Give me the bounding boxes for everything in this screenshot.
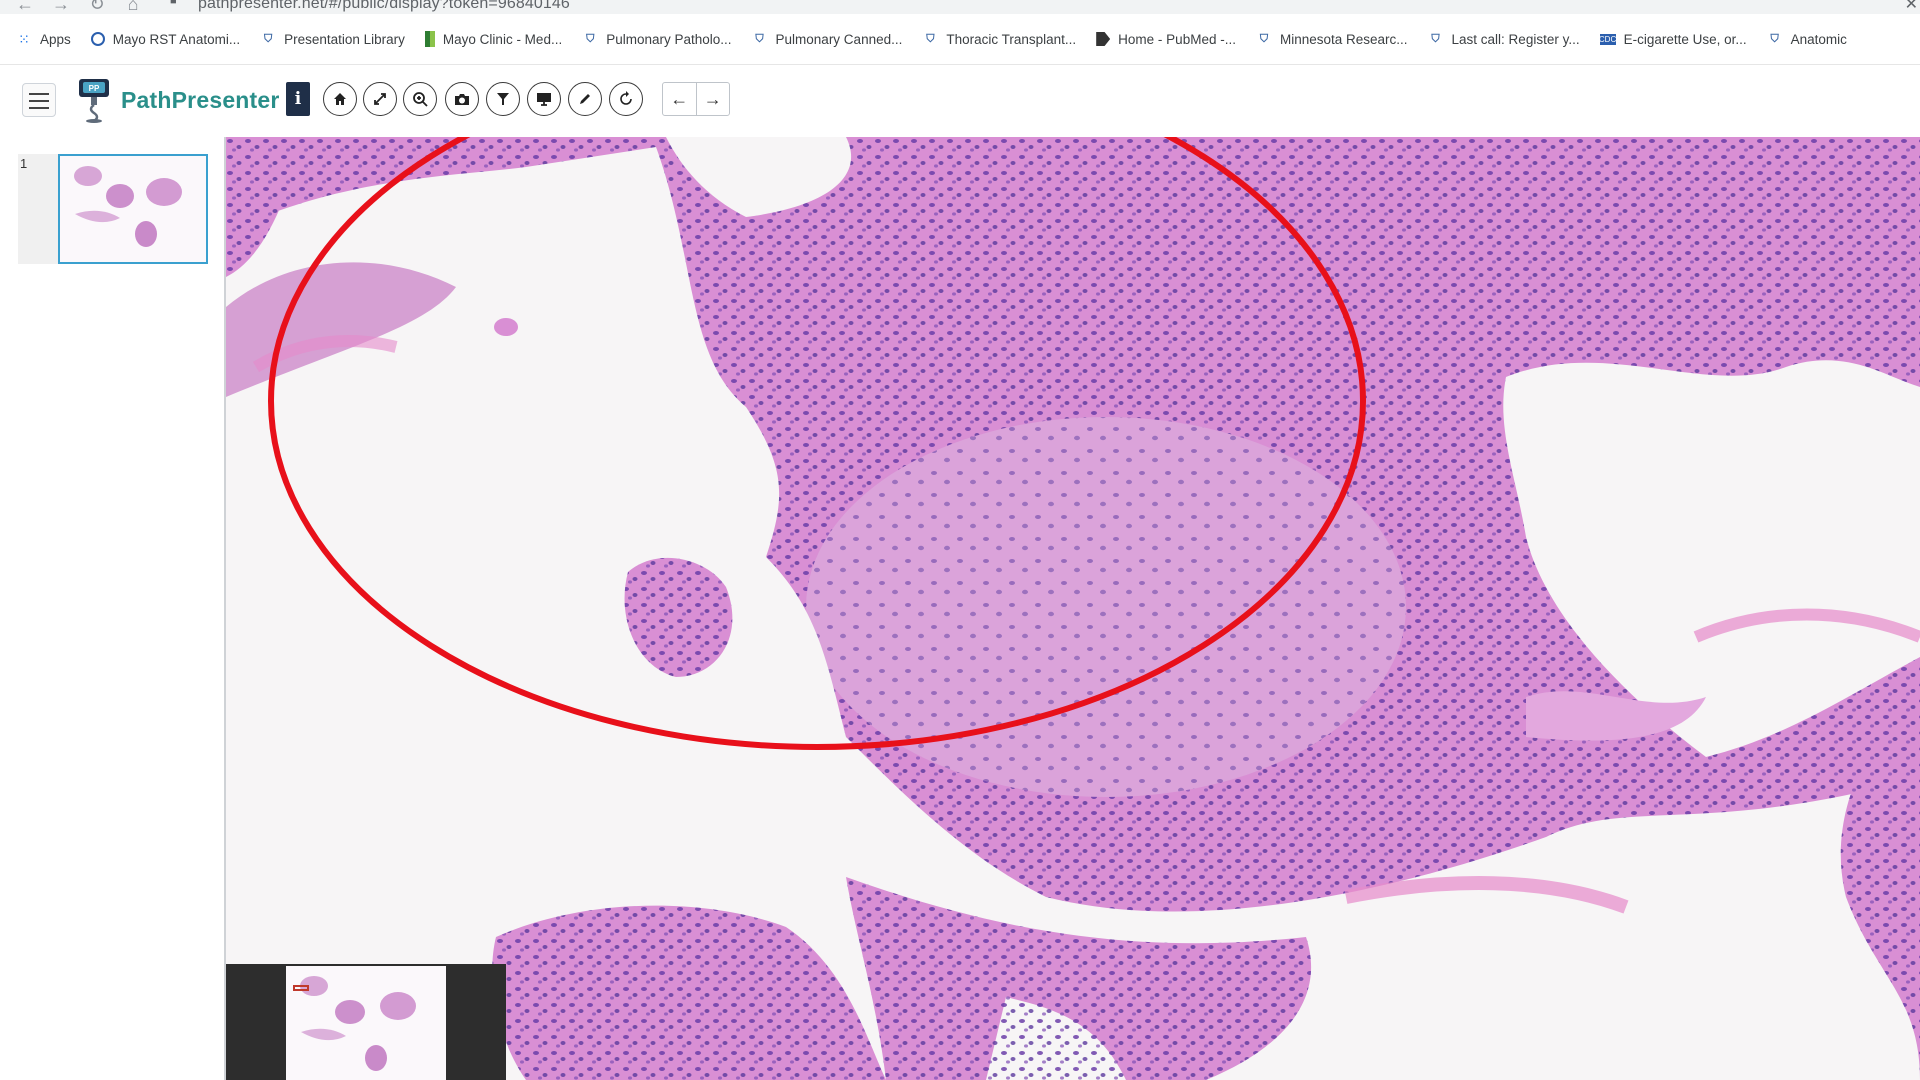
bookmark-last-call[interactable]: ⛉ Last call: Register y...: [1428, 31, 1580, 47]
bookmark-presentation-library[interactable]: ⛉ Presentation Library: [260, 32, 405, 47]
bookmark-apps[interactable]: ⁙ Apps: [16, 30, 71, 47]
annotate-button[interactable]: [568, 82, 602, 116]
info-button[interactable]: i: [286, 82, 310, 116]
pathpresenter-icon: ⛉: [1770, 32, 1779, 45]
bookmark-label: Mayo Clinic - Med...: [442, 31, 563, 47]
apps-grid-icon: ⁙: [18, 30, 30, 47]
hamburger-icon: [29, 93, 49, 95]
bookmark-anatomic[interactable]: ⛉ Anatomic: [1767, 32, 1847, 47]
pathpresenter-icon: ⛉: [1431, 32, 1440, 45]
forward-icon[interactable]: →: [50, 0, 72, 14]
bookmark-mayo-clinic[interactable]: Mayo Clinic - Med...: [424, 31, 563, 47]
home-button[interactable]: [323, 82, 357, 116]
bookmark-label: E-cigarette Use, or...: [1623, 31, 1747, 47]
bookmark-label: Apps: [40, 31, 71, 47]
pathpresenter-icon: ⛉: [1259, 32, 1269, 45]
slide-thumbnail-panel: 1: [0, 137, 226, 1080]
back-icon[interactable]: ←: [14, 0, 36, 14]
slide-thumbnail-1[interactable]: 1: [18, 154, 208, 264]
filter-icon: [497, 93, 509, 105]
viewport-indicator[interactable]: [293, 985, 309, 991]
mayo-clinic-icon: [424, 31, 435, 47]
slide-number: 1: [20, 156, 28, 171]
pathpresenter-icon: ⛉: [263, 32, 273, 45]
minimap-image[interactable]: [286, 966, 446, 1080]
next-slide-button[interactable]: →: [695, 83, 730, 115]
pencil-icon: [580, 94, 590, 104]
close-window-icon[interactable]: ✕: [1905, 0, 1918, 14]
monitor-icon: [537, 93, 551, 106]
bookmark-label: Pulmonary Canned...: [775, 31, 903, 47]
bookmark-pulmonary-pathology[interactable]: ⛉ Pulmonary Patholo...: [582, 32, 731, 47]
slide-viewer-canvas[interactable]: [226, 137, 1920, 1080]
url-text[interactable]: pathpresenter.net/#/public/display?token…: [198, 0, 570, 13]
rotate-icon: [620, 91, 632, 105]
screenshot-button[interactable]: [445, 82, 479, 116]
slide-overview-image: [300, 976, 416, 1071]
menu-button[interactable]: [22, 83, 56, 117]
bookmark-label: Thoracic Transplant...: [946, 31, 1077, 47]
navigator-minimap[interactable]: [226, 964, 506, 1080]
bookmark-e-cigarette[interactable]: CDC E-cigarette Use, or...: [1598, 31, 1747, 47]
browser-nav: ← → ↻ ⌂: [14, 0, 144, 14]
app-toolbar: PP PathPresenter i ← →: [0, 65, 1920, 137]
cdc-icon: CDC: [1598, 33, 1617, 45]
slide-overview-image: [74, 166, 182, 247]
bookmark-label: Pulmonary Patholo...: [606, 31, 732, 47]
home-icon: [334, 93, 346, 105]
bookmark-label: Home - PubMed -...: [1118, 31, 1236, 47]
zoom-icon: [413, 92, 428, 107]
present-button[interactable]: [527, 82, 561, 116]
rotate-button[interactable]: [609, 82, 643, 116]
reload-icon[interactable]: ↻: [86, 0, 108, 14]
bookmark-thoracic-transplant[interactable]: ⛉ Thoracic Transplant...: [922, 32, 1076, 47]
prev-slide-button[interactable]: ←: [663, 83, 696, 115]
svg-text:PP: PP: [89, 84, 100, 93]
hamburger-icon: [29, 107, 49, 109]
hamburger-icon: [29, 100, 49, 102]
camera-icon: [455, 94, 469, 105]
pathpresenter-icon: ⛉: [755, 32, 764, 45]
bookmark-label: Anatomic: [1790, 31, 1847, 47]
pathpresenter-icon: ⛉: [586, 32, 595, 45]
bookmark-label: Minnesota Researc...: [1279, 31, 1408, 47]
bookmark-mayo-rst[interactable]: Mayo RST Anatomi...: [90, 31, 241, 47]
fullscreen-icon: [374, 93, 386, 105]
browser-address-bar: ← → ↻ ⌂ ■ pathpresenter.net/#/public/dis…: [0, 0, 1920, 14]
app-name: PathPresenter: [121, 87, 280, 113]
fullscreen-button[interactable]: [363, 82, 397, 116]
slide-navigation: ← →: [662, 82, 730, 116]
pathpresenter-icon: ⛉: [926, 32, 935, 45]
bookmark-label: Presentation Library: [284, 31, 405, 47]
bookmark-pulmonary-canned[interactable]: ⛉ Pulmonary Canned...: [752, 31, 903, 47]
mayo-icon: [90, 32, 105, 46]
slide-thumbnail-image[interactable]: [58, 154, 208, 264]
filter-button[interactable]: [486, 82, 520, 116]
bookmark-label: Last call: Register y...: [1451, 31, 1580, 47]
bookmark-pubmed[interactable]: Home - PubMed -...: [1096, 32, 1236, 47]
home-page-icon[interactable]: ⌂: [122, 0, 144, 14]
histology-image[interactable]: [226, 137, 1920, 1080]
bookmark-minnesota-research[interactable]: ⛉ Minnesota Researc...: [1256, 32, 1408, 47]
zoom-button[interactable]: [403, 82, 437, 116]
bookmarks-bar: ⁙ Apps Mayo RST Anatomi... ⛉ Presentatio…: [0, 14, 1920, 65]
bookmark-label: Mayo RST Anatomi...: [112, 31, 241, 47]
lock-icon[interactable]: ■: [170, 0, 180, 7]
pathpresenter-logo-icon: PP: [79, 79, 109, 123]
pubmed-icon: [1096, 32, 1111, 46]
